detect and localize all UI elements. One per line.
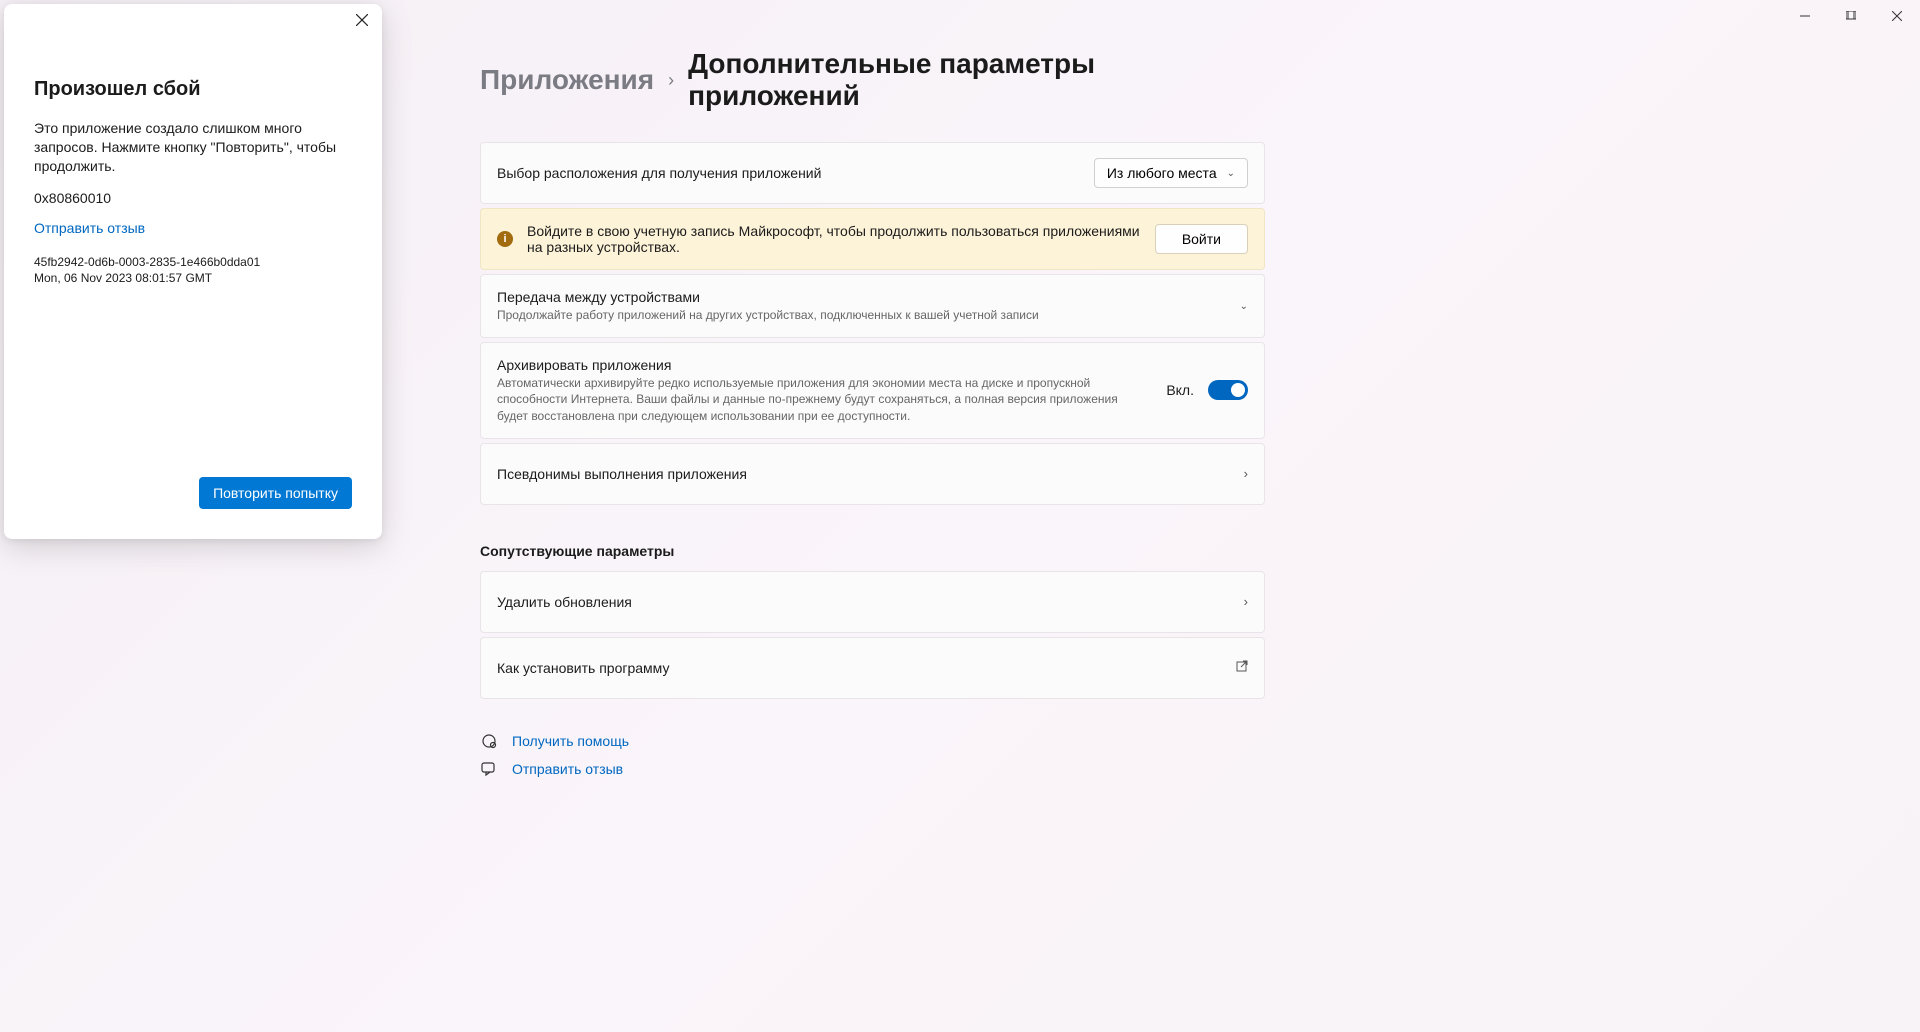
chevron-down-icon: ⌄ bbox=[1240, 301, 1248, 312]
dialog-title: Произошел сбой bbox=[34, 78, 352, 101]
dialog-request-id: 45fb2942-0d6b-0003-2835-1e466b0dda01 bbox=[34, 254, 352, 271]
how-to-install-label: Как установить программу bbox=[497, 660, 669, 676]
chevron-right-icon: › bbox=[668, 70, 674, 91]
setting-execution-aliases[interactable]: Псевдонимы выполнения приложения › bbox=[480, 443, 1265, 505]
archive-apps-subtitle: Автоматически архивируйте редко использу… bbox=[497, 375, 1146, 424]
dialog-error-code: 0x80860010 bbox=[34, 190, 352, 206]
external-link-icon bbox=[1235, 660, 1248, 676]
banner-text: Войдите в свою учетную запись Майкрософт… bbox=[527, 223, 1141, 255]
uninstall-updates-label: Удалить обновления bbox=[497, 594, 632, 610]
dialog-message: Это приложение создало слишком много зап… bbox=[34, 119, 352, 176]
share-devices-subtitle: Продолжайте работу приложений на других … bbox=[497, 307, 1220, 323]
minimize-icon bbox=[1800, 11, 1810, 21]
feedback-icon bbox=[480, 760, 498, 778]
give-feedback-link[interactable]: Отправить отзыв bbox=[480, 755, 1265, 783]
retry-button[interactable]: Повторить попытку bbox=[199, 477, 352, 509]
window-controls bbox=[1782, 0, 1920, 32]
error-dialog: Произошел сбой Это приложение создало сл… bbox=[4, 4, 382, 539]
dropdown-value: Из любого места bbox=[1107, 165, 1217, 181]
setting-app-source-label: Выбор расположения для получения приложе… bbox=[497, 165, 821, 181]
signin-banner: i Войдите в свою учетную запись Майкросо… bbox=[480, 208, 1265, 270]
dialog-feedback-link[interactable]: Отправить отзыв bbox=[34, 220, 352, 236]
share-devices-title: Передача между устройствами bbox=[497, 289, 1220, 305]
toggle-state-label: Вкл. bbox=[1166, 382, 1194, 398]
toggle-thumb bbox=[1231, 383, 1245, 397]
chevron-right-icon: › bbox=[1244, 466, 1248, 481]
chevron-down-icon: ⌄ bbox=[1227, 168, 1235, 179]
how-to-install-link[interactable]: Как установить программу bbox=[480, 637, 1265, 699]
breadcrumb-parent[interactable]: Приложения bbox=[480, 64, 654, 96]
feedback-label: Отправить отзыв bbox=[512, 761, 623, 777]
dialog-timestamp: Mon, 06 Nov 2023 08:01:57 GMT bbox=[34, 270, 352, 287]
main-content: Приложения › Дополнительные параметры пр… bbox=[480, 48, 1265, 783]
breadcrumb-current: Дополнительные параметры приложений bbox=[688, 48, 1265, 112]
dialog-close-button[interactable] bbox=[352, 10, 372, 30]
close-icon bbox=[356, 14, 368, 26]
signin-button[interactable]: Войти bbox=[1155, 224, 1248, 254]
archive-apps-toggle[interactable] bbox=[1208, 380, 1248, 400]
setting-app-source: Выбор расположения для получения приложе… bbox=[480, 142, 1265, 204]
archive-apps-title: Архивировать приложения bbox=[497, 357, 1146, 373]
get-help-link[interactable]: Получить помощь bbox=[480, 727, 1265, 755]
setting-archive-apps: Архивировать приложения Автоматически ар… bbox=[480, 342, 1265, 439]
info-icon: i bbox=[497, 231, 513, 247]
maximize-button[interactable] bbox=[1828, 0, 1874, 32]
get-help-label: Получить помощь bbox=[512, 733, 629, 749]
minimize-button[interactable] bbox=[1782, 0, 1828, 32]
maximize-icon bbox=[1846, 11, 1856, 21]
setting-share-devices[interactable]: Передача между устройствами Продолжайте … bbox=[480, 274, 1265, 338]
breadcrumb: Приложения › Дополнительные параметры пр… bbox=[480, 48, 1265, 112]
close-icon bbox=[1892, 11, 1902, 21]
chevron-right-icon: › bbox=[1244, 594, 1248, 609]
close-button[interactable] bbox=[1874, 0, 1920, 32]
app-source-dropdown[interactable]: Из любого места ⌄ bbox=[1094, 158, 1248, 188]
related-header: Сопутствующие параметры bbox=[480, 543, 1265, 559]
uninstall-updates-link[interactable]: Удалить обновления › bbox=[480, 571, 1265, 633]
help-icon bbox=[480, 732, 498, 750]
bottom-links: Получить помощь Отправить отзыв bbox=[480, 727, 1265, 783]
aliases-title: Псевдонимы выполнения приложения bbox=[497, 466, 747, 482]
